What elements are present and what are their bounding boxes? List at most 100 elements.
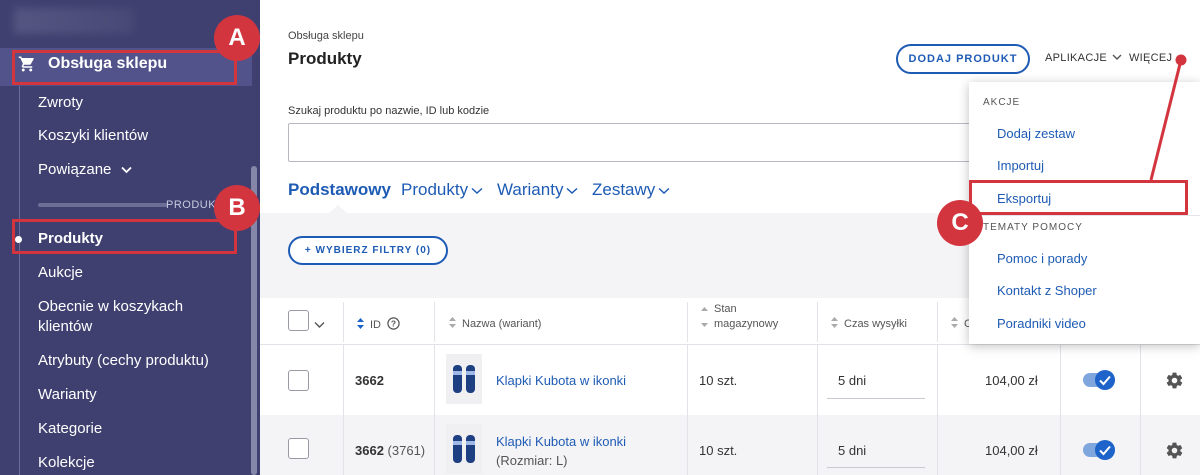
- col-divider: [687, 302, 688, 342]
- menu-item-add-bundle[interactable]: Dodaj zestaw: [997, 126, 1075, 141]
- svg-text:?: ?: [391, 319, 396, 329]
- th-name[interactable]: Nazwa (wariant): [449, 317, 541, 331]
- menu-item-video-guides[interactable]: Poradniki video: [997, 316, 1086, 331]
- check-icon: [1095, 370, 1115, 390]
- sort-icon: [357, 318, 364, 332]
- sidebar-item-related[interactable]: Powiązane: [38, 160, 133, 180]
- sidebar-item-collections[interactable]: Kolekcje: [38, 453, 95, 473]
- col-divider: [434, 415, 435, 475]
- col-divider: [1060, 415, 1061, 475]
- sidebar-item-returns[interactable]: Zwroty: [38, 93, 83, 113]
- row-checkbox[interactable]: [288, 370, 309, 391]
- th-stock[interactable]: Stan magazynowy: [701, 302, 778, 332]
- col-divider: [434, 345, 435, 415]
- col-divider: [687, 415, 688, 475]
- sidebar-item-attributes[interactable]: Atrybuty (cechy produktu): [38, 351, 209, 371]
- help-icon[interactable]: ?: [387, 317, 400, 333]
- col-divider: [937, 415, 938, 475]
- product-thumbnail[interactable]: [446, 424, 482, 474]
- callout-box-b: [12, 219, 237, 254]
- menu-item-help-tips[interactable]: Pomoc i porady: [997, 251, 1087, 266]
- page-title: Produkty: [288, 49, 362, 68]
- col-divider: [343, 302, 344, 342]
- col-divider: [1140, 345, 1141, 415]
- dropdown-divider: [969, 215, 1200, 216]
- sort-icon: [701, 317, 708, 332]
- col-divider: [343, 415, 344, 475]
- row-shipping-time[interactable]: 5 dni: [838, 373, 866, 388]
- row-variant-id: (3761): [387, 443, 426, 458]
- choose-filters-button[interactable]: + WYBIERZ FILTRY (0): [288, 236, 448, 265]
- col-divider: [817, 415, 818, 475]
- col-divider: [434, 302, 435, 342]
- tab-basic[interactable]: Podstawowy: [288, 180, 391, 200]
- col-divider: [343, 345, 344, 415]
- menu-item-contact[interactable]: Kontakt z Shoper: [997, 283, 1097, 298]
- row-price: 104,00 zł: [985, 443, 1038, 458]
- menu-item-import[interactable]: Importuj: [997, 158, 1044, 173]
- product-thumbnail[interactable]: [446, 354, 482, 404]
- chevron-down-icon: [1112, 52, 1122, 64]
- row-id-cell: 3662 (3761): [355, 443, 425, 458]
- col-divider: [937, 345, 938, 415]
- callout-badge-a: A: [214, 15, 260, 61]
- row-id: 3662: [355, 443, 384, 458]
- shipping-time-underline: [827, 467, 925, 468]
- col-divider: [937, 302, 938, 342]
- check-icon: [1095, 440, 1115, 460]
- chevron-down-icon[interactable]: [314, 316, 325, 334]
- row-shipping-time[interactable]: 5 dni: [838, 443, 866, 458]
- row-id: 3662: [355, 373, 384, 388]
- th-stock-label-2: magazynowy: [714, 318, 779, 330]
- sort-icon: [449, 317, 456, 331]
- dropdown-section-actions: AKCJE: [983, 97, 1021, 108]
- th-id-label: ID: [370, 319, 381, 331]
- sidebar-item-auctions[interactable]: Aukcje: [38, 263, 83, 283]
- tab-pointer: [328, 205, 348, 214]
- chevron-down-icon: [121, 160, 133, 180]
- tab-bundles[interactable]: Zestawy: [592, 180, 670, 200]
- apps-menu-label: APLIKACJE: [1045, 52, 1108, 64]
- sidebar-item-in-carts[interactable]: Obecnie w koszykach klientów: [38, 297, 223, 337]
- apps-menu[interactable]: APLIKACJE: [1045, 52, 1122, 64]
- th-shipping-time[interactable]: Czas wysyłki: [831, 317, 907, 331]
- callout-box-c: [969, 180, 1188, 215]
- row-stock: 10 szt.: [699, 443, 738, 458]
- sidebar-divider: [38, 203, 168, 207]
- tab-variants[interactable]: Warianty: [497, 180, 578, 200]
- callout-badge-b: B: [214, 185, 260, 231]
- callout-pointer-line: [1149, 54, 1187, 181]
- product-variant: (Rozmiar: L): [496, 453, 568, 468]
- search-label: Szukaj produktu po nazwie, ID lub kodzie: [288, 105, 490, 117]
- th-name-label: Nazwa (wariant): [462, 318, 542, 330]
- select-all-checkbox[interactable]: [288, 310, 309, 331]
- callout-badge-c: C: [937, 200, 983, 246]
- col-divider: [687, 345, 688, 415]
- callout-box-a: [12, 50, 237, 85]
- sort-icon: [831, 317, 838, 331]
- tab-variants-label: Warianty: [497, 180, 564, 199]
- col-divider: [817, 345, 818, 415]
- breadcrumb[interactable]: Obsługa sklepu: [288, 30, 364, 42]
- row-checkbox[interactable]: [288, 438, 309, 459]
- shipping-time-underline: [827, 398, 925, 399]
- chevron-down-icon: [566, 180, 578, 200]
- sidebar-tree-line: [19, 86, 20, 475]
- col-divider: [817, 302, 818, 342]
- sidebar-item-variants[interactable]: Warianty: [38, 385, 97, 405]
- product-name-link[interactable]: Klapki Kubota w ikonki: [496, 373, 626, 388]
- sidebar-item-categories[interactable]: Kategorie: [38, 419, 102, 439]
- sidebar-item-carts[interactable]: Koszyki klientów: [38, 126, 148, 146]
- row-price: 104,00 zł: [985, 373, 1038, 388]
- gear-icon[interactable]: [1165, 371, 1184, 395]
- add-product-button[interactable]: DODAJ PRODUKT: [896, 44, 1030, 74]
- product-name-link[interactable]: Klapki Kubota w ikonki: [496, 434, 626, 449]
- col-divider: [1140, 415, 1141, 475]
- logo-blurred: [14, 8, 134, 34]
- gear-icon[interactable]: [1165, 441, 1184, 465]
- th-shipping-time-label: Czas wysyłki: [844, 318, 907, 330]
- th-id[interactable]: ID ?: [357, 317, 400, 333]
- col-divider: [1060, 345, 1061, 415]
- search-input[interactable]: [288, 123, 988, 162]
- tab-products[interactable]: Produkty: [401, 180, 483, 200]
